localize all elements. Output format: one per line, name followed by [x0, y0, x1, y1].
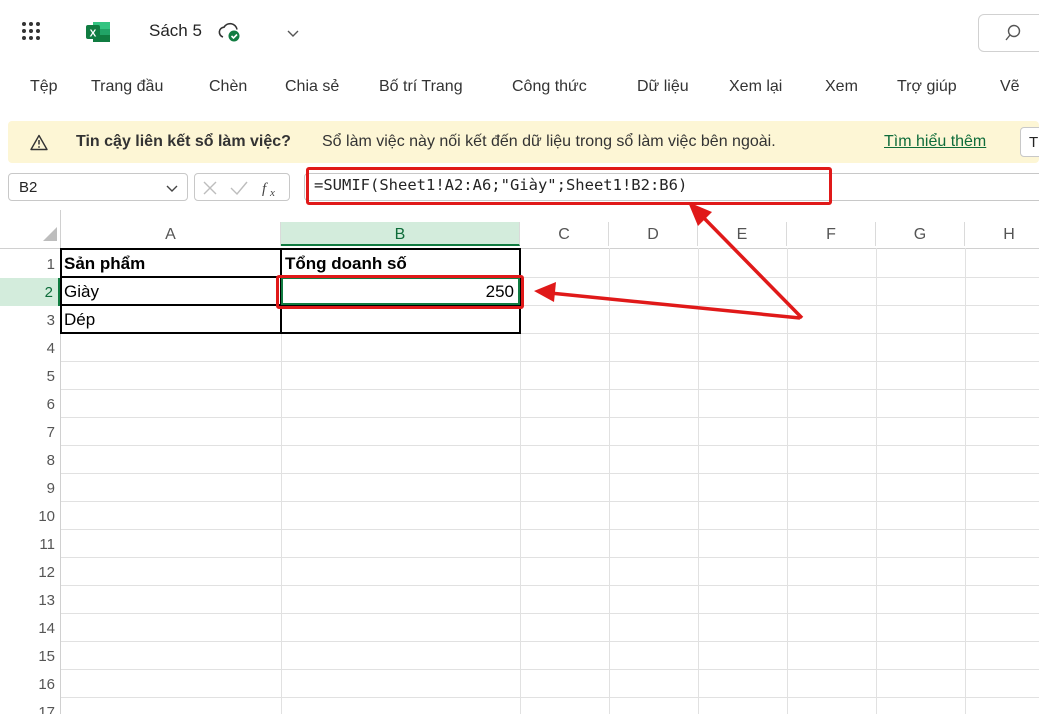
svg-text:x: x [269, 187, 275, 198]
gridline [965, 248, 966, 714]
gridline [61, 473, 1039, 474]
row-header-9[interactable]: 9 [0, 474, 60, 502]
tab-page-layout[interactable]: Bố trí Trang [379, 78, 463, 96]
warning-title: Tin cậy liên kết sổ làm việc? [76, 133, 291, 150]
gridline [61, 557, 1039, 558]
row-header-14[interactable]: 14 [0, 614, 60, 642]
row-header-1[interactable]: 1 [0, 250, 60, 278]
gridline [609, 248, 610, 714]
app-launcher-icon[interactable] [22, 22, 40, 40]
warning-bar: Tin cậy liên kết sổ làm việc? Sổ làm việ… [8, 121, 1039, 163]
column-header-b[interactable]: B [281, 222, 520, 246]
svg-text:X: X [90, 29, 97, 40]
check-icon[interactable] [229, 179, 249, 197]
row-header-2[interactable]: 2 [0, 278, 60, 306]
row-header-6[interactable]: 6 [0, 390, 60, 418]
gridline [61, 669, 1039, 670]
row-header-15[interactable]: 15 [0, 642, 60, 670]
select-all-icon[interactable] [42, 226, 58, 242]
tab-draw[interactable]: Vẽ [1000, 78, 1020, 96]
cell-a2[interactable]: Giày [64, 282, 278, 302]
row-header-7[interactable]: 7 [0, 418, 60, 446]
gridline [61, 697, 1039, 698]
cell-a1[interactable]: Sản phẩm [64, 254, 278, 274]
gridline [61, 501, 1039, 502]
row-header-16[interactable]: 16 [0, 670, 60, 698]
tab-insert[interactable]: Chèn [209, 78, 247, 96]
gridline [61, 445, 1039, 446]
cancel-icon[interactable] [201, 179, 219, 197]
excel-logo-icon[interactable]: X [85, 21, 111, 43]
row-header-4[interactable]: 4 [0, 334, 60, 362]
column-header-e[interactable]: E [698, 222, 787, 246]
chevron-down-icon[interactable] [165, 181, 179, 195]
gridline [61, 585, 1039, 586]
tab-share[interactable]: Chia sẻ [285, 78, 339, 96]
column-header-f[interactable]: F [787, 222, 876, 246]
column-header-h[interactable]: H [965, 222, 1039, 246]
tab-view[interactable]: Xem [825, 78, 858, 96]
row-header-3[interactable]: 3 [0, 306, 60, 334]
gridline [698, 248, 699, 714]
name-box[interactable]: B2 [8, 173, 188, 201]
column-header-a[interactable]: A [61, 222, 281, 246]
row-header-12[interactable]: 12 [0, 558, 60, 586]
gridline [787, 248, 788, 714]
cell-b1[interactable]: Tổng doanh số [285, 254, 517, 274]
search-button[interactable] [978, 14, 1039, 52]
row-header-8[interactable]: 8 [0, 446, 60, 474]
warning-icon [30, 134, 48, 151]
gridline [61, 613, 1039, 614]
document-title[interactable]: Sách 5 [149, 21, 202, 41]
cloud-saved-icon[interactable] [217, 21, 243, 43]
ribbon-tabs: Tệp Trang đầu Chèn Chia sẻ Bố trí Trang … [0, 66, 1039, 110]
chevron-down-icon[interactable] [285, 25, 301, 41]
row-header-5[interactable]: 5 [0, 362, 60, 390]
row-header-13[interactable]: 13 [0, 586, 60, 614]
row-header-10[interactable]: 10 [0, 502, 60, 530]
row-header-17[interactable]: 17 [0, 698, 60, 714]
tab-home[interactable]: Trang đầu [91, 78, 163, 96]
gridline [61, 641, 1039, 642]
gridline [61, 389, 1039, 390]
tab-file[interactable]: Tệp [30, 78, 58, 96]
tab-data[interactable]: Dữ liệu [637, 78, 689, 96]
formula-buttons: f x [194, 173, 290, 201]
gridline [61, 361, 1039, 362]
column-header-g[interactable]: G [876, 222, 965, 246]
column-header-d[interactable]: D [609, 222, 698, 246]
search-icon [1005, 24, 1021, 41]
svg-text:f: f [262, 181, 268, 197]
gridline [61, 417, 1039, 418]
cell-highlight-box [276, 275, 524, 309]
gridline [61, 529, 1039, 530]
title-bar: X Sách 5 [0, 0, 1039, 66]
formula-highlight-box [306, 167, 832, 205]
trust-button[interactable]: T [1020, 127, 1039, 157]
column-header-c[interactable]: C [520, 222, 609, 246]
gridline [876, 248, 877, 714]
tab-help[interactable]: Trợ giúp [897, 78, 957, 96]
row-header-11[interactable]: 11 [0, 530, 60, 558]
learn-more-link[interactable]: Tìm hiểu thêm [884, 133, 986, 151]
tab-formulas[interactable]: Công thức [512, 78, 587, 96]
name-box-value: B2 [19, 179, 38, 196]
tab-review[interactable]: Xem lại [729, 78, 782, 96]
warning-message: Sổ làm việc này nối kết đến dữ liệu tron… [322, 133, 776, 150]
fx-icon[interactable]: f x [261, 178, 283, 198]
cell-a3[interactable]: Dép [64, 310, 278, 330]
